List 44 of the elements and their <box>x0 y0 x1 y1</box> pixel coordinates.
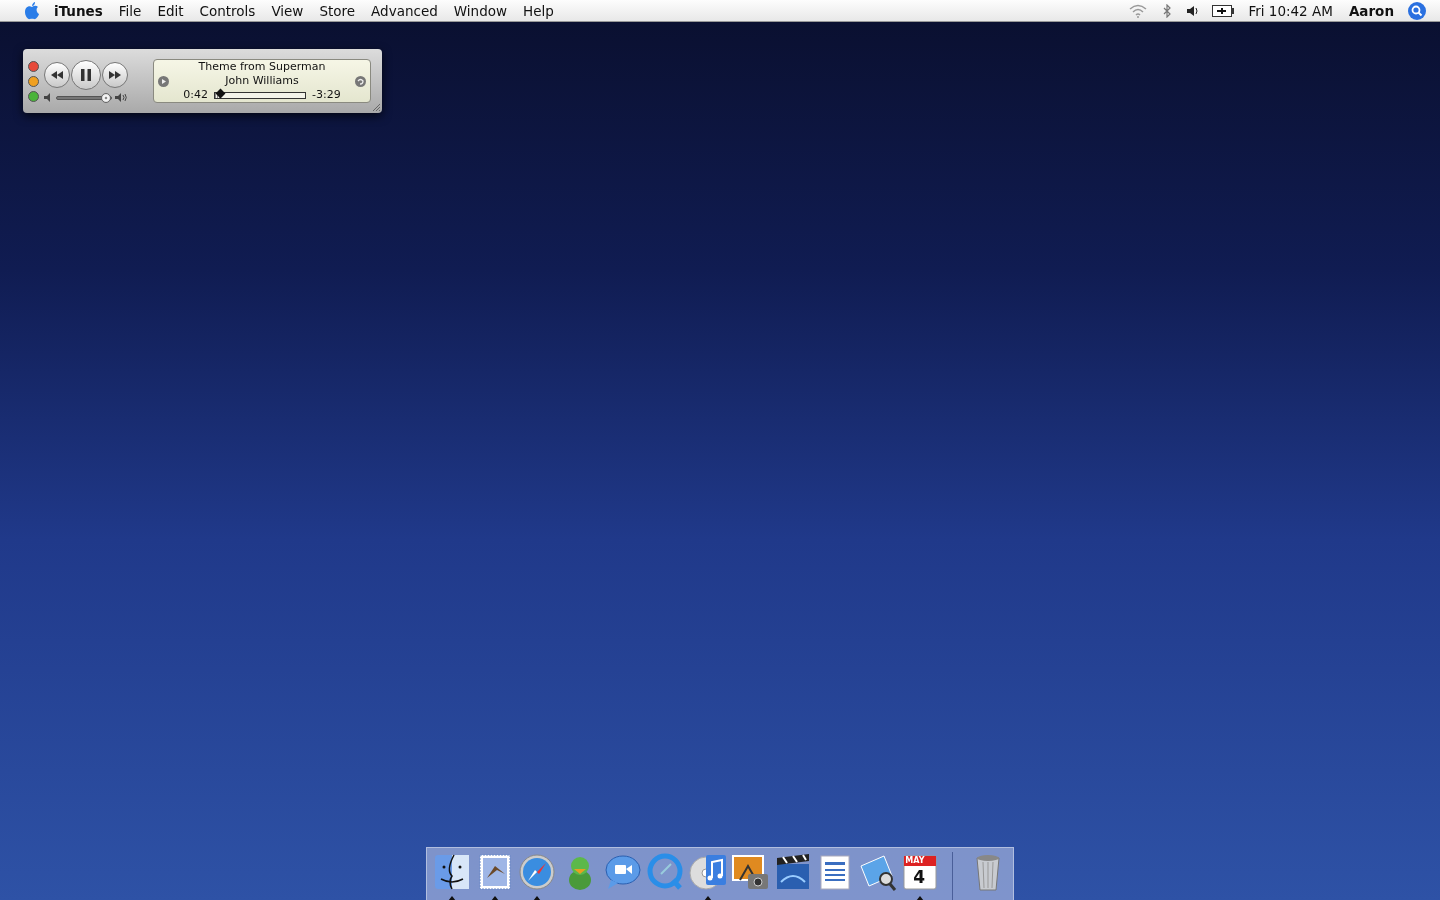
battery-icon[interactable] <box>1212 4 1235 17</box>
menu-item[interactable]: Help <box>515 0 562 21</box>
play-icon[interactable] <box>158 75 169 87</box>
menu-item[interactable]: Store <box>311 0 364 21</box>
menu-item[interactable]: Controls <box>191 0 264 21</box>
progress-bar[interactable] <box>214 91 306 99</box>
menu-item[interactable]: Edit <box>149 0 192 21</box>
previous-button[interactable] <box>44 62 70 88</box>
pause-button[interactable] <box>71 60 101 90</box>
remaining-time: -3:29 <box>312 88 341 102</box>
user-menu[interactable]: Aaron <box>1340 0 1402 21</box>
next-button[interactable] <box>102 62 128 88</box>
preview-icon[interactable] <box>857 852 898 892</box>
pause-icon <box>81 69 91 81</box>
video-chat-icon[interactable] <box>602 852 643 892</box>
menu-item[interactable]: View <box>263 0 312 21</box>
volume-icon[interactable] <box>1186 3 1201 18</box>
music-icon[interactable] <box>687 852 728 892</box>
menu-item[interactable]: Advanced <box>363 0 446 21</box>
back-arrow-icon[interactable] <box>355 75 366 87</box>
menu-item[interactable]: File <box>110 0 150 21</box>
track-title: Theme from Superman <box>198 60 326 74</box>
volume-slider[interactable] <box>56 95 112 100</box>
calendar-day: 4 <box>913 867 926 887</box>
menu-clock[interactable]: Fri 10:42 AM <box>1240 0 1341 21</box>
menu-item[interactable]: iTunes <box>46 0 111 21</box>
fast-forward-icon <box>109 71 121 79</box>
menu-item[interactable]: Window <box>445 0 516 21</box>
playhead[interactable] <box>215 88 226 98</box>
rewind-icon <box>51 71 63 79</box>
zoom-button[interactable] <box>28 90 39 102</box>
slider-thumb[interactable] <box>100 92 111 103</box>
calendar-month: MAY <box>905 856 925 866</box>
close-button[interactable] <box>28 60 39 72</box>
track-artist: John Williams <box>225 74 299 88</box>
wifi-icon[interactable] <box>1128 3 1149 18</box>
elapsed-time: 0:42 <box>183 88 208 102</box>
photos-icon[interactable] <box>730 852 771 892</box>
apple-icon[interactable] <box>24 1 40 20</box>
resize-grip-icon[interactable] <box>372 103 380 111</box>
search-icon[interactable] <box>1408 1 1426 20</box>
volume-high-icon <box>115 93 127 102</box>
volume-low-icon <box>44 93 53 102</box>
minimize-button[interactable] <box>28 75 39 87</box>
